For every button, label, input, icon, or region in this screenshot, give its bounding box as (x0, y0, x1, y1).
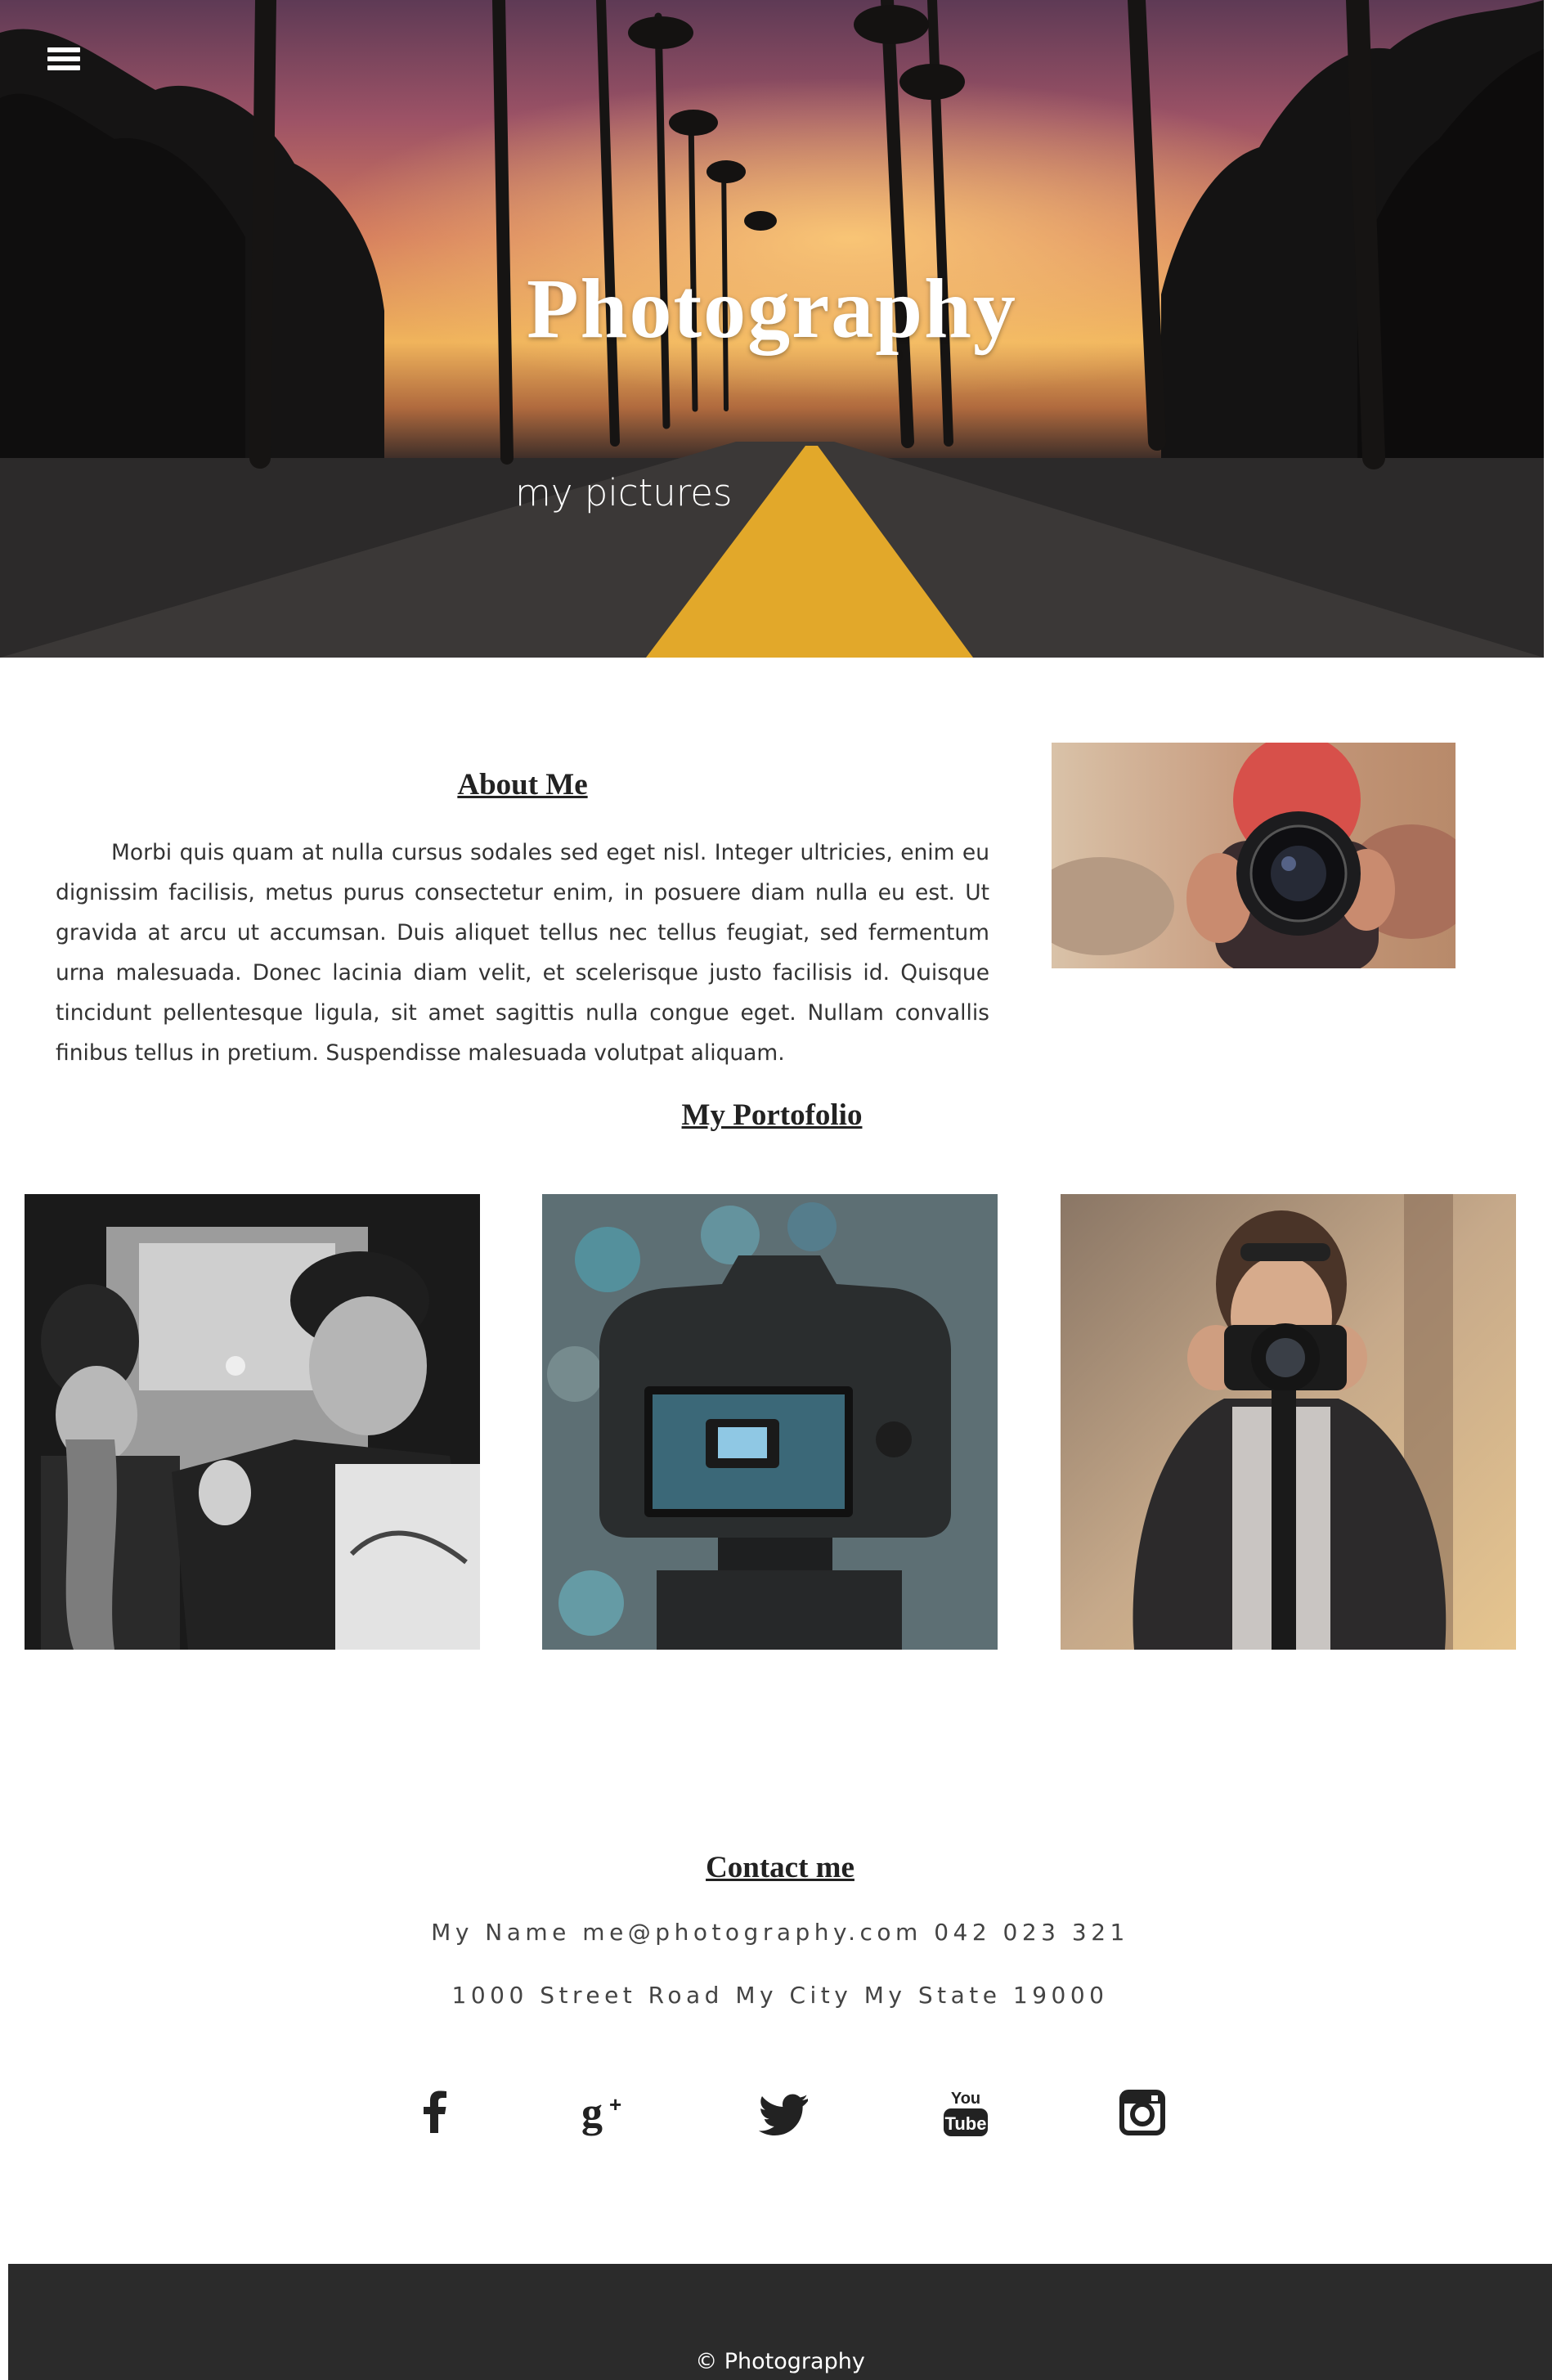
twitter-icon[interactable] (757, 2084, 814, 2141)
contact-info: My Name me@photography.com 042 023 321 (431, 1919, 1129, 1946)
svg-text:g: g (581, 2090, 603, 2136)
svg-text:You: You (951, 2090, 980, 2108)
instagram-icon[interactable] (1114, 2084, 1171, 2141)
about-text: Morbi quis quam at nulla cursus sodales … (56, 840, 989, 1066)
portfolio-image-camera[interactable] (542, 1194, 998, 1650)
hamburger-menu-icon[interactable] (47, 47, 80, 77)
portfolio-image-couple[interactable] (25, 1194, 480, 1650)
hero-subtitle: my pictures (515, 471, 733, 514)
portfolio-image-woman-camera[interactable] (1061, 1194, 1516, 1650)
about-heading: About Me (457, 768, 588, 802)
contact-heading: Contact me (706, 1851, 854, 1884)
svg-text:Tube: Tube (945, 2113, 987, 2134)
portfolio-heading: My Portofolio (681, 1098, 863, 1132)
youtube-icon[interactable]: You Tube (937, 2084, 994, 2141)
footer-copyright: © Photography (695, 2349, 865, 2374)
google-plus-icon[interactable]: g + (578, 2084, 635, 2141)
footer: © Photography (8, 2264, 1552, 2380)
hero-banner: Photography my pictures (0, 0, 1544, 658)
hero-title: Photography (527, 262, 1017, 356)
about-photographer-image (1052, 743, 1456, 968)
svg-text:+: + (609, 2092, 621, 2117)
facebook-icon[interactable] (406, 2084, 463, 2141)
contact-address: 1000 Street Road My City My State 19000 (451, 1982, 1109, 2009)
